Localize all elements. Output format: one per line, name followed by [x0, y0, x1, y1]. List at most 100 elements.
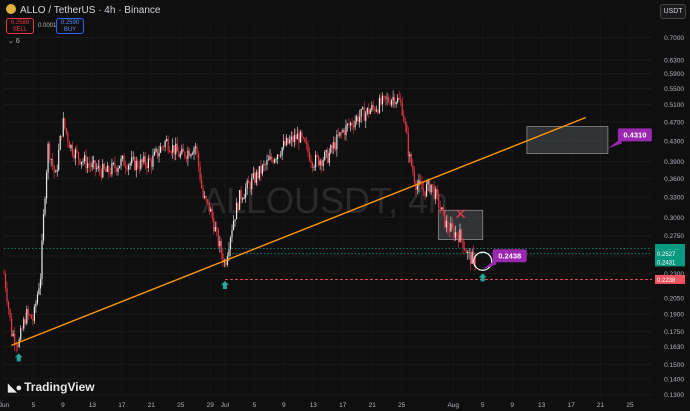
candle-body: [310, 160, 312, 163]
candle-body: [67, 132, 69, 142]
candle-body: [109, 173, 111, 175]
candle-body: [38, 288, 40, 295]
candle-body: [286, 137, 288, 145]
candle-body: [275, 159, 277, 160]
candle-body: [96, 167, 98, 170]
candle-body: [225, 261, 227, 265]
candle-body: [210, 208, 212, 212]
x-tick-label: 29: [207, 402, 215, 409]
candle-body: [58, 149, 60, 170]
candle-body: [339, 132, 341, 136]
candle-body: [298, 133, 300, 143]
y-tick-label: 0.2750: [664, 233, 684, 240]
candle-body: [24, 319, 26, 324]
candle-body: [333, 142, 335, 149]
candle-body: [460, 229, 463, 239]
candle-body: [360, 108, 362, 117]
candle-body: [71, 144, 73, 155]
candle-body: [450, 223, 452, 232]
candle-body: [280, 155, 282, 157]
candle-body: [155, 149, 157, 152]
price-chart[interactable]: ALLOUSDT, 4h 0.43100.2438 0.70000.63000.…: [0, 0, 690, 411]
candle-body: [111, 163, 113, 175]
candle-body: [179, 153, 181, 157]
candle-body: [12, 333, 14, 336]
brand-name: TradingView: [24, 380, 95, 394]
x-tick-label: 17: [567, 402, 575, 409]
layers-toggle[interactable]: ⌄ 6: [8, 37, 20, 45]
candle-body: [178, 151, 180, 157]
price-axis-label: 0.2238: [657, 278, 676, 284]
candle-body: [199, 166, 201, 180]
candle-body: [143, 156, 145, 162]
candle-body: [454, 232, 457, 238]
candle-body: [267, 159, 270, 161]
candle-body: [115, 167, 118, 172]
candle-body: [409, 154, 411, 157]
x-tick-label: 13: [89, 402, 97, 409]
candle-body: [439, 207, 441, 210]
callout-label: 0.2438: [498, 251, 521, 260]
candle-body: [82, 161, 84, 162]
candle-body: [406, 124, 408, 134]
candle-body: [169, 150, 171, 153]
candle-body: [246, 180, 248, 189]
candle-body: [9, 308, 11, 318]
candle-body: [412, 165, 414, 172]
candle-body: [65, 127, 67, 133]
candle-body: [425, 184, 428, 197]
candle-body: [456, 232, 458, 236]
candle-body: [29, 314, 31, 316]
candle-body: [61, 136, 63, 137]
candle-body: [386, 97, 388, 99]
candle-body: [438, 194, 440, 208]
candle-body: [193, 148, 195, 154]
candle-body: [315, 154, 317, 168]
tradingview-logo[interactable]: ◣● TradingView: [8, 380, 95, 394]
candle-body: [342, 130, 344, 133]
buy-price: 0.2590: [60, 20, 80, 26]
price-axis-labels: 0.258901:47:530.25270.24310.2238: [655, 244, 685, 284]
candle-body: [153, 151, 156, 156]
candle-body: [219, 241, 221, 247]
sell-button[interactable]: 0.2589 SELL: [6, 18, 34, 34]
currency-selector[interactable]: USDT: [660, 4, 686, 19]
candle-body: [175, 143, 177, 155]
buy-button[interactable]: 0.2590 BUY: [56, 18, 84, 34]
x-tick-label: 21: [369, 402, 377, 409]
symbol-title: ALLO / TetherUS · 4h · Binance: [20, 5, 161, 16]
candle-body: [296, 133, 298, 140]
x-tick-label: 21: [597, 402, 605, 409]
candle-body: [451, 223, 453, 228]
candle-body: [457, 235, 460, 242]
candle-body: [270, 156, 273, 160]
candle-body: [375, 110, 377, 112]
candle-body: [50, 159, 52, 160]
candle-body: [318, 156, 320, 166]
candle-body: [343, 130, 346, 135]
x-tick-label: 9: [510, 402, 514, 409]
candle-body: [105, 169, 107, 172]
price-axis[interactable]: 0.7000 0.6300 0.5900 0.5500 0.5100 0.4700 0.43…: [664, 35, 684, 399]
candle-body: [3, 273, 5, 275]
candle-body: [305, 142, 308, 145]
candle-body: [94, 160, 96, 170]
candle-body: [433, 185, 435, 199]
candle-body: [321, 160, 323, 167]
candle-body: [463, 248, 466, 251]
candle-body: [161, 146, 163, 148]
candle-body: [254, 173, 256, 183]
candle-body: [188, 150, 191, 157]
x-tick-label: 17: [118, 402, 126, 409]
candle-body: [23, 319, 25, 329]
x-tick-label: 21: [148, 402, 156, 409]
candle-body: [435, 189, 437, 199]
candle-body: [147, 158, 149, 169]
y-tick-label: 0.4700: [664, 119, 684, 126]
zone-rectangle[interactable]: [526, 126, 609, 154]
candle-body: [93, 160, 95, 163]
candle-body: [330, 145, 332, 153]
candle-body: [42, 213, 45, 241]
symbol-header[interactable]: ALLO / TetherUS · 4h · Binance: [6, 4, 160, 16]
candle-body: [11, 317, 13, 336]
